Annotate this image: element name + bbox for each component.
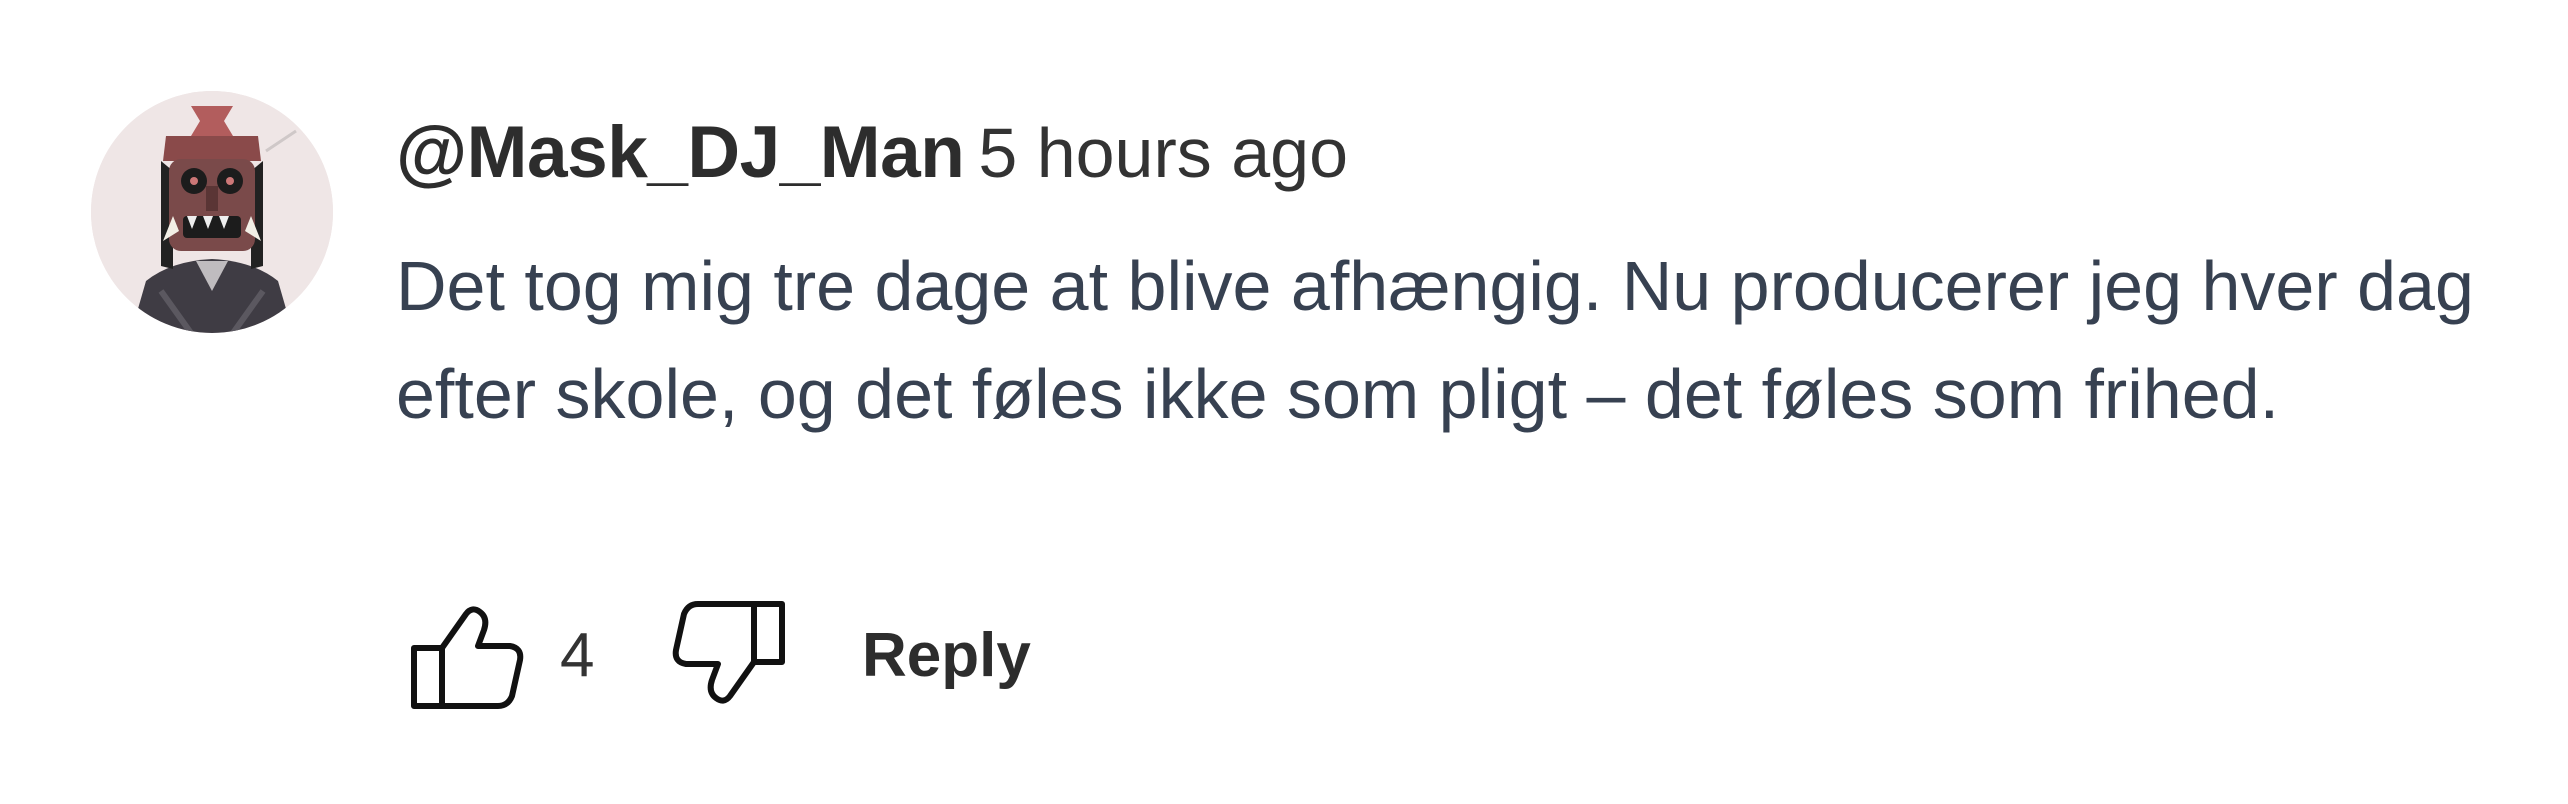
comment-timestamp[interactable]: 5 hours ago: [978, 114, 1348, 192]
thumbs-down-icon: [672, 601, 785, 704]
comment: @Mask_DJ_Man 5 hours ago Det tog mig tre …: [0, 0, 2568, 804]
dislike-button[interactable]: [668, 596, 788, 716]
like-button[interactable]: [408, 596, 528, 716]
comment-text: Det tog mig tre dage at blive afhængig. …: [396, 247, 2474, 433]
avatar[interactable]: [91, 91, 333, 333]
reply-button[interactable]: Reply: [862, 616, 1031, 696]
comment-actions: 4 Reply: [396, 596, 1296, 716]
masked-character-avatar-icon: [91, 91, 333, 333]
thumbs-up-icon: [411, 606, 524, 709]
comment-header: @Mask_DJ_Man 5 hours ago: [396, 108, 1348, 198]
like-count: 4: [560, 621, 595, 690]
author-username[interactable]: @Mask_DJ_Man: [396, 112, 965, 193]
